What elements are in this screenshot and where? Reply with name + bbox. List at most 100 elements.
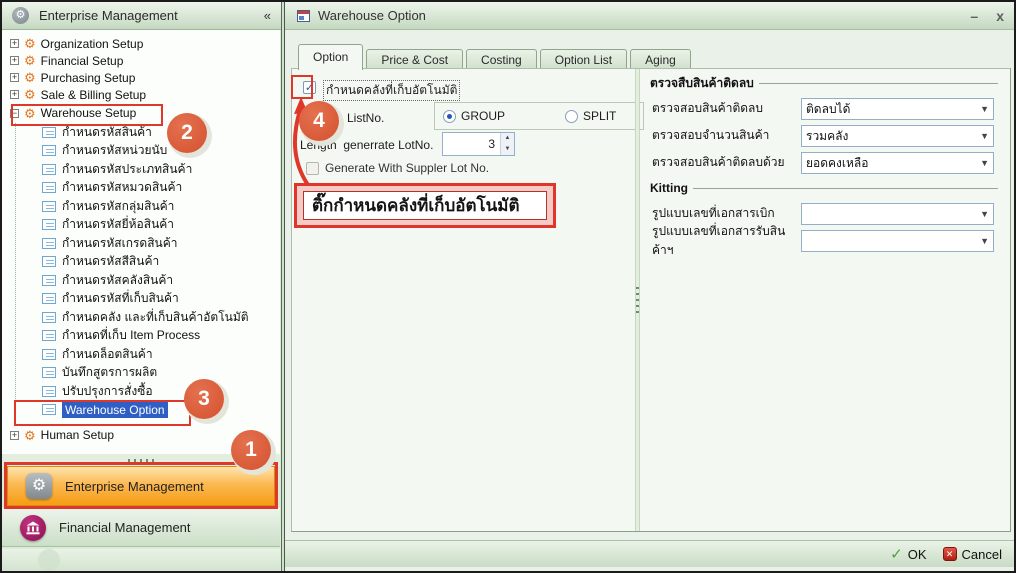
tab-option[interactable]: Option xyxy=(298,44,363,70)
kitting-dropdown[interactable]: ▼ xyxy=(801,203,994,225)
warehouse-option-dialog: Warehouse Option – x OptionPrice & CostC… xyxy=(284,2,1016,571)
app-window: ⚙ Enterprise Management « +⚙Organization… xyxy=(0,0,1016,573)
expand-icon[interactable]: + xyxy=(10,431,19,440)
tree-item-purchasing-setup[interactable]: +⚙Purchasing Setup xyxy=(2,69,280,86)
kitting-dropdown[interactable]: ▼ xyxy=(801,230,994,252)
radio-icon xyxy=(565,110,578,123)
tree-item-item[interactable]: กำหนดคลัง และที่เก็บสินค้าอัตโนมัติ xyxy=(2,308,280,327)
ok-button[interactable]: ✓ OK xyxy=(890,545,926,563)
option-right-panel: ตรวจสืบสินค้าติดลบ ตรวจสอบสินค้าติดลบติด… xyxy=(644,71,1008,254)
radio-option-group[interactable]: GROUP xyxy=(443,109,505,123)
tree-item-human-setup[interactable]: + ⚙ Human Setup xyxy=(2,425,280,445)
tree-item-label: กำหนดรหัสหมวดสินค้า xyxy=(62,178,182,197)
listno-label: ListNo. xyxy=(347,111,384,125)
tree-item-item-process[interactable]: กำหนดที่เก็บ Item Process xyxy=(2,327,280,346)
dialog-tabs: OptionPrice & CostCostingOption ListAgin… xyxy=(298,44,694,70)
collapse-sidebar-icon[interactable]: « xyxy=(264,8,271,23)
expand-icon[interactable]: + xyxy=(10,39,19,48)
tree-item-warehouse-option[interactable]: Warehouse Option xyxy=(2,401,280,420)
tree-item-item[interactable]: กำหนดรหัสกลุ่มสินค้า xyxy=(2,197,280,216)
tree-item-label: ปรับปรุงการสั่งซื้อ xyxy=(62,382,153,401)
tree-item-item[interactable]: กำหนดรหัสที่เก็บสินค้า xyxy=(2,290,280,309)
minimize-icon[interactable]: – xyxy=(970,9,978,23)
tree-item-item[interactable]: กำหนดรหัสหน่วยนับ xyxy=(2,142,280,161)
form-list-icon xyxy=(42,330,56,341)
negative-check-dropdown[interactable]: ติดลบได้▼ xyxy=(801,98,994,120)
tree-item-warehouse-setup[interactable]: − ⚙ Warehouse Setup xyxy=(2,103,280,123)
tree-item-label: กำหนดรหัสยี่ห้อสินค้า xyxy=(62,215,174,234)
kitting-group-title: Kitting xyxy=(650,180,998,196)
tree-item-item[interactable]: กำหนดรหัสสินค้า xyxy=(2,123,280,142)
tree-item-item[interactable]: กำหนดรหัสเกรดสินค้า xyxy=(2,234,280,253)
collapse-icon[interactable]: − xyxy=(10,109,19,118)
tree-item-item[interactable]: กำหนดรหัสยี่ห้อสินค้า xyxy=(2,216,280,235)
sidebar-header: ⚙ Enterprise Management « xyxy=(2,2,281,30)
negative-check-dropdown[interactable]: รวมคลัง▼ xyxy=(801,125,994,147)
chevron-down-icon: ▼ xyxy=(980,131,989,141)
radio-label: GROUP xyxy=(461,109,505,123)
auto-store-checkbox[interactable]: ✓ xyxy=(303,81,316,94)
tree-item-financial-setup[interactable]: +⚙Financial Setup xyxy=(2,52,280,69)
tree-item-label: กำหนดรหัสสีสินค้า xyxy=(62,252,159,271)
tree-item-item[interactable]: กำหนดล็อตสินค้า xyxy=(2,345,280,364)
ok-label: OK xyxy=(908,547,927,562)
module-financial-management[interactable]: Financial Management xyxy=(2,508,280,547)
negative-check-dropdown[interactable]: ยอดคงเหลือ▼ xyxy=(801,152,994,174)
tab-price-cost[interactable]: Price & Cost xyxy=(366,49,463,70)
page-splitter[interactable] xyxy=(635,69,640,531)
annotation-note-text: ติ๊กกำหนดคลังที่เก็บอัตโนมัติ xyxy=(303,191,547,220)
tree-item-item[interactable]: กำหนดรหัสคลังสินค้า xyxy=(2,271,280,290)
tree-item-item[interactable]: บันทึกสูตรการผลิต xyxy=(2,364,280,383)
kitting-rows: รูปแบบเลขที่เอกสารเบิก▼รูปแบบเลขที่เอกสา… xyxy=(644,200,1008,254)
kitting-label: รูปแบบเลขที่เอกสารเบิก xyxy=(652,204,801,223)
form-list-icon xyxy=(42,182,56,193)
cancel-button[interactable]: ✕ Cancel xyxy=(943,547,1002,562)
tab-costing[interactable]: Costing xyxy=(466,49,537,70)
form-list-icon xyxy=(42,404,56,415)
group-title-line xyxy=(759,83,998,84)
tree-item-label: กำหนดรหัสคลังสินค้า xyxy=(62,271,173,290)
tree-item-item[interactable]: กำหนดรหัสหมวดสินค้า xyxy=(2,179,280,198)
dialog-statusbar: ✓ OK ✕ Cancel xyxy=(285,540,1016,567)
tree-item-item[interactable]: กำหนดรหัสประเภทสินค้า xyxy=(2,160,280,179)
group-title-text: Kitting xyxy=(650,181,688,195)
splitter-grip-icon xyxy=(128,459,154,462)
radio-label: SPLIT xyxy=(583,109,616,123)
negative-check-label: ตรวจสอบจำนวนสินค้า xyxy=(652,126,801,145)
kitting-label: รูปแบบเลขที่เอกสารรับสินค้าฯ xyxy=(652,222,801,260)
form-list-icon xyxy=(42,164,56,175)
tab-option-list[interactable]: Option List xyxy=(540,49,627,70)
chevron-down-icon: ▼ xyxy=(980,104,989,114)
spin-up-icon[interactable]: ▲ xyxy=(501,133,514,144)
tree-item-item[interactable]: ปรับปรุงการสั่งซื้อ xyxy=(2,382,280,401)
radio-option-split[interactable]: SPLIT xyxy=(565,109,616,123)
expand-icon[interactable]: + xyxy=(10,90,19,99)
listno-radio-group: GROUP SPLIT xyxy=(434,102,644,130)
supplier-lot-checkbox[interactable] xyxy=(306,162,319,175)
close-icon[interactable]: x xyxy=(996,9,1004,23)
form-list-icon xyxy=(42,201,56,212)
gear-icon: ⚙ xyxy=(12,7,29,24)
tree-item-item[interactable]: กำหนดรหัสสีสินค้า xyxy=(2,253,280,272)
module-partial-row[interactable] xyxy=(2,549,280,571)
tree-item-sale-billing-setup[interactable]: +⚙Sale & Billing Setup xyxy=(2,86,280,103)
tree-item-label: กำหนดรหัสหน่วยนับ xyxy=(62,141,167,160)
annotation-note-box: ติ๊กกำหนดคลังที่เก็บอัตโนมัติ xyxy=(294,183,556,228)
tree-item-label: กำหนดรหัสสินค้า xyxy=(62,123,152,142)
module-enterprise-management[interactable]: ⚙ Enterprise Management xyxy=(7,466,275,506)
close-red-icon: ✕ xyxy=(943,547,957,561)
tree-item-label: บันทึกสูตรการผลิต xyxy=(62,363,157,382)
form-list-icon xyxy=(42,293,56,304)
tree-item-organization-setup[interactable]: +⚙Organization Setup xyxy=(2,35,280,52)
expand-icon[interactable]: + xyxy=(10,73,19,82)
group-title-text: ตรวจสืบสินค้าติดลบ xyxy=(650,74,754,93)
tab-aging[interactable]: Aging xyxy=(630,49,691,70)
chevron-down-icon: ▼ xyxy=(980,158,989,168)
negative-check-rows: ตรวจสอบสินค้าติดลบติดลบได้▼ตรวจสอบจำนวนส… xyxy=(644,95,1008,176)
spin-down-icon[interactable]: ▼ xyxy=(501,144,514,155)
module-label: Financial Management xyxy=(59,520,191,535)
expand-icon[interactable]: + xyxy=(10,56,19,65)
chevron-down-icon: ▼ xyxy=(980,209,989,219)
lot-length-spinner[interactable]: 3 ▲ ▼ xyxy=(442,132,515,156)
warehouse-setup-children: กำหนดรหัสสินค้ากำหนดรหัสหน่วยนับกำหนดรหั… xyxy=(2,123,280,419)
